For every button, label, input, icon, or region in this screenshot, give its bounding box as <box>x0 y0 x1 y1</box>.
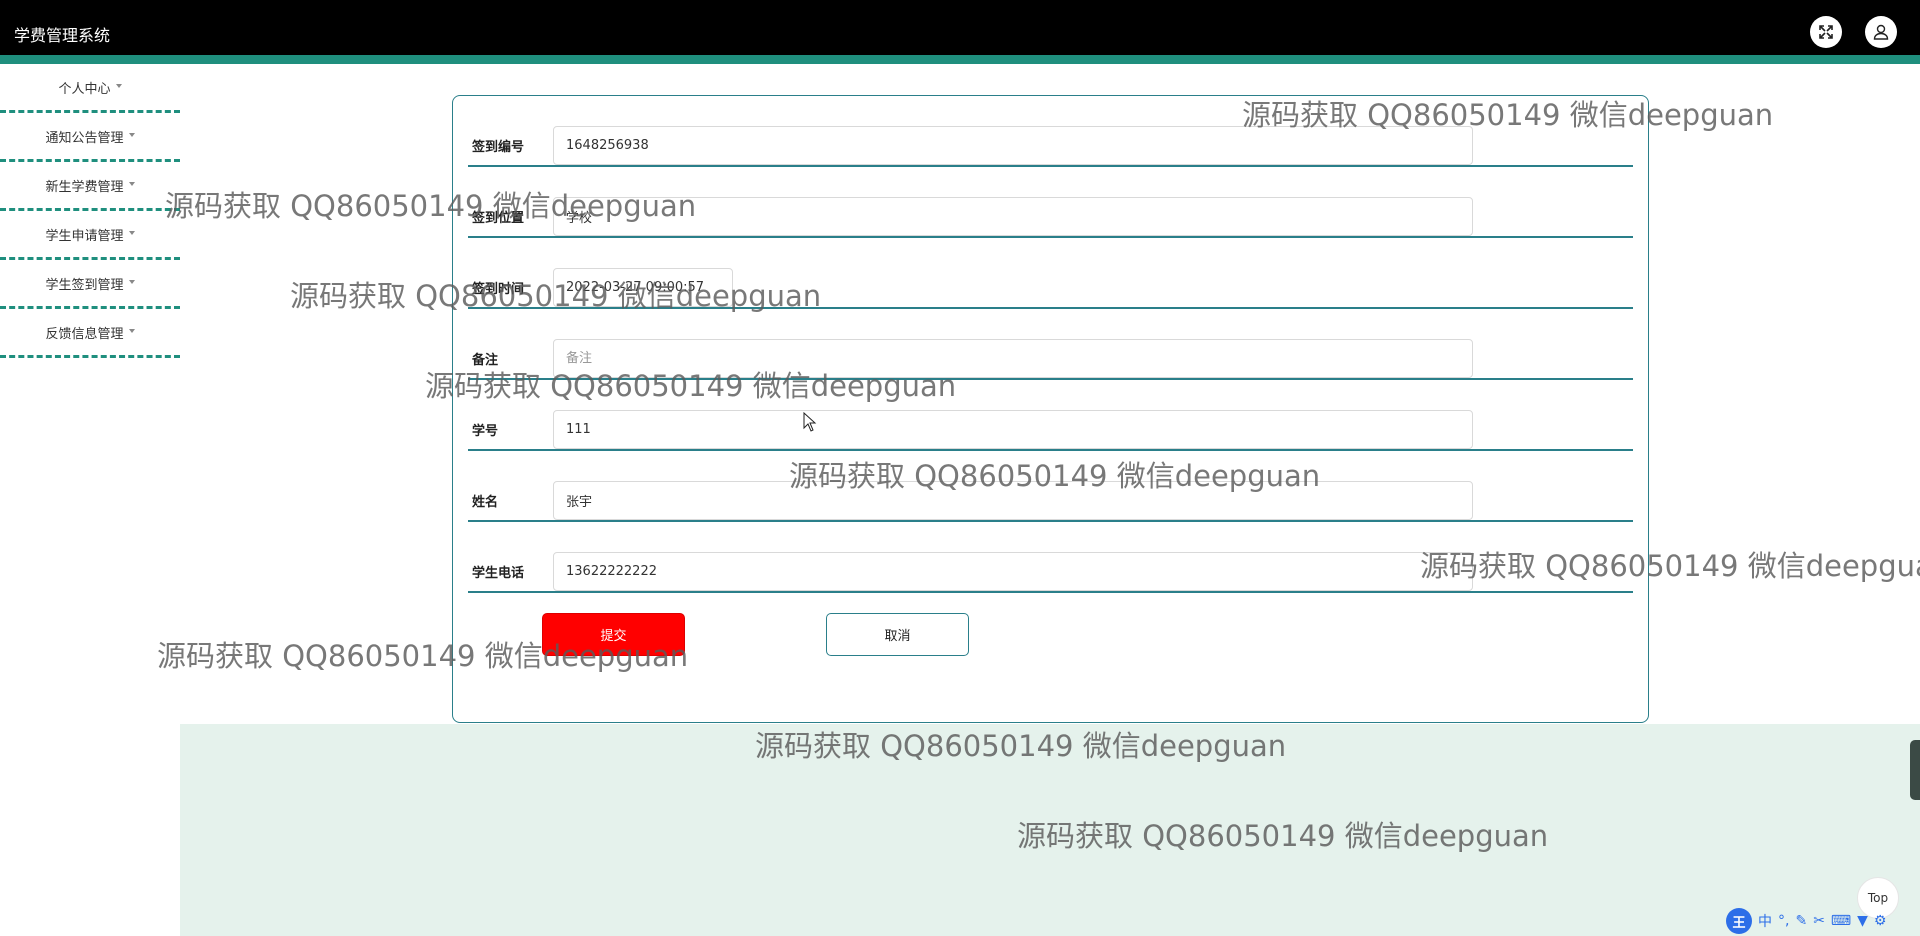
caret-down-icon <box>128 329 135 333</box>
sidebar-item-personal-center[interactable]: 个人中心 <box>0 64 180 113</box>
checkin-number-input[interactable] <box>553 126 1473 165</box>
submit-button[interactable]: 提交 <box>542 613 685 656</box>
field-label: 学生电话 <box>472 566 525 581</box>
sidebar-item-notices[interactable]: 通知公告管理 <box>0 113 180 162</box>
sidebar-item-label: 反馈信息管理 <box>45 326 124 342</box>
sidebar-item-checkin[interactable]: 学生签到管理 <box>0 260 180 309</box>
field-label: 签到编号 <box>472 140 525 155</box>
field-label: 签到位置 <box>472 211 525 226</box>
caret-down-icon <box>128 280 135 284</box>
caret-down-icon <box>128 182 135 186</box>
sidebar-item-label: 通知公告管理 <box>45 130 124 146</box>
sidebar-item-label: 学生签到管理 <box>45 277 124 293</box>
pen-icon[interactable]: ✎ <box>1795 913 1807 929</box>
sidebar-item-tuition[interactable]: 新生学费管理 <box>0 162 180 211</box>
form-row-student-id: 学号 <box>468 380 1633 451</box>
form-row-phone: 学生电话 <box>468 522 1633 593</box>
app-title: 学费管理系统 <box>14 26 111 45</box>
ime-toolbar: 王 中 °, ✎ ✂ ⌨ ▼ ⚙ <box>1722 906 1920 936</box>
keyboard-icon[interactable]: ⌨ <box>1831 913 1851 929</box>
field-label: 签到时间 <box>472 282 525 297</box>
form-row-remark: 备注 <box>468 309 1633 380</box>
form-row-checkin-number: 签到编号 <box>468 96 1633 167</box>
fullscreen-button[interactable] <box>1810 16 1842 48</box>
checkin-time-input[interactable] <box>553 268 733 307</box>
form-row-checkin-location: 签到位置 <box>468 167 1633 238</box>
caret-down-icon <box>128 133 135 137</box>
sidebar-item-label: 学生申请管理 <box>45 228 124 244</box>
ime-logo[interactable]: 王 <box>1726 908 1752 934</box>
ime-mode-toggle[interactable]: 中 <box>1758 911 1772 931</box>
user-icon <box>1873 24 1889 40</box>
name-input[interactable] <box>553 481 1473 520</box>
settings-icon[interactable]: ⚙ <box>1874 913 1887 929</box>
caret-down-icon <box>128 231 135 235</box>
shirt-icon[interactable]: ▼ <box>1857 913 1868 929</box>
sidebar-item-label: 个人中心 <box>58 81 111 97</box>
form-row-name: 姓名 <box>468 451 1633 522</box>
phone-input[interactable] <box>553 552 1473 591</box>
field-label: 姓名 <box>472 495 499 510</box>
scissors-icon[interactable]: ✂ <box>1813 913 1825 929</box>
caret-down-icon <box>115 84 122 88</box>
mouse-cursor-icon <box>803 412 817 432</box>
content-background <box>180 724 1920 936</box>
header-accent-bar <box>0 55 1920 64</box>
sidebar: 个人中心 通知公告管理 新生学费管理 学生申请管理 学生签到管理 反馈信息管理 <box>0 64 180 358</box>
checkin-location-input[interactable] <box>553 197 1473 236</box>
user-menu-button[interactable] <box>1865 16 1897 48</box>
remark-input[interactable] <box>553 339 1473 378</box>
field-label: 学号 <box>472 424 499 439</box>
student-id-input[interactable] <box>553 410 1473 449</box>
form-row-checkin-time: 签到时间 <box>468 238 1633 309</box>
field-label: 备注 <box>472 353 499 368</box>
sidebar-item-applications[interactable]: 学生申请管理 <box>0 211 180 260</box>
side-drawer-handle[interactable] <box>1910 740 1920 800</box>
cancel-button[interactable]: 取消 <box>826 613 969 656</box>
top-navbar: 学费管理系统 <box>0 0 1920 55</box>
punctuation-icon[interactable]: °, <box>1778 913 1789 929</box>
sidebar-item-label: 新生学费管理 <box>45 179 124 195</box>
expand-icon <box>1819 25 1833 39</box>
sidebar-item-feedback[interactable]: 反馈信息管理 <box>0 309 180 358</box>
